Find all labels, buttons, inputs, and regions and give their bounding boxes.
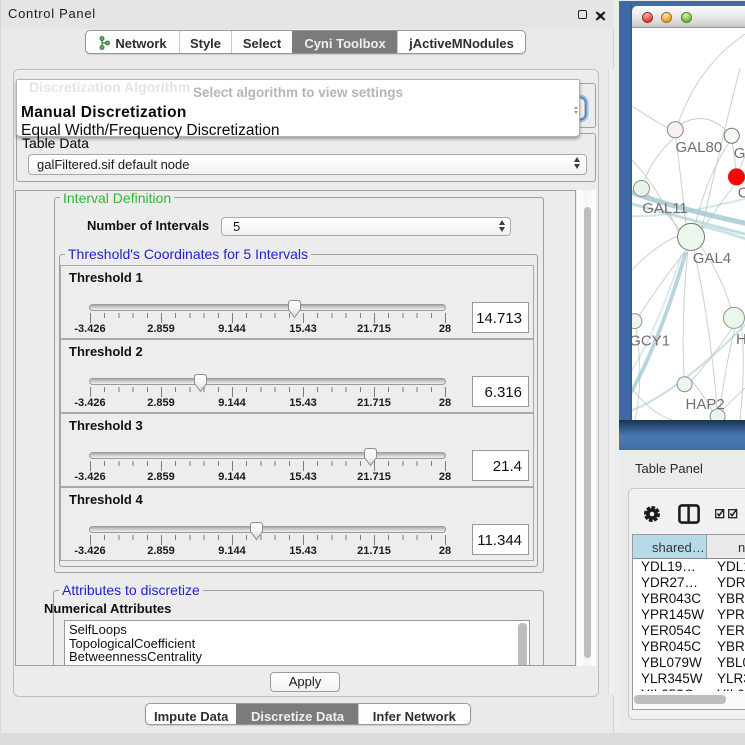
svg-text:GCY1: GCY1 — [632, 332, 670, 349]
svg-text:GAL11: GAL11 — [642, 200, 688, 217]
svg-text:C: C — [738, 185, 745, 202]
svg-text:G.: G. — [734, 145, 745, 162]
svg-text:GAL80: GAL80 — [676, 139, 723, 156]
svg-text:GAL4: GAL4 — [693, 250, 731, 267]
svg-text:H: H — [736, 331, 745, 348]
svg-text:HAP2: HAP2 — [686, 396, 725, 413]
